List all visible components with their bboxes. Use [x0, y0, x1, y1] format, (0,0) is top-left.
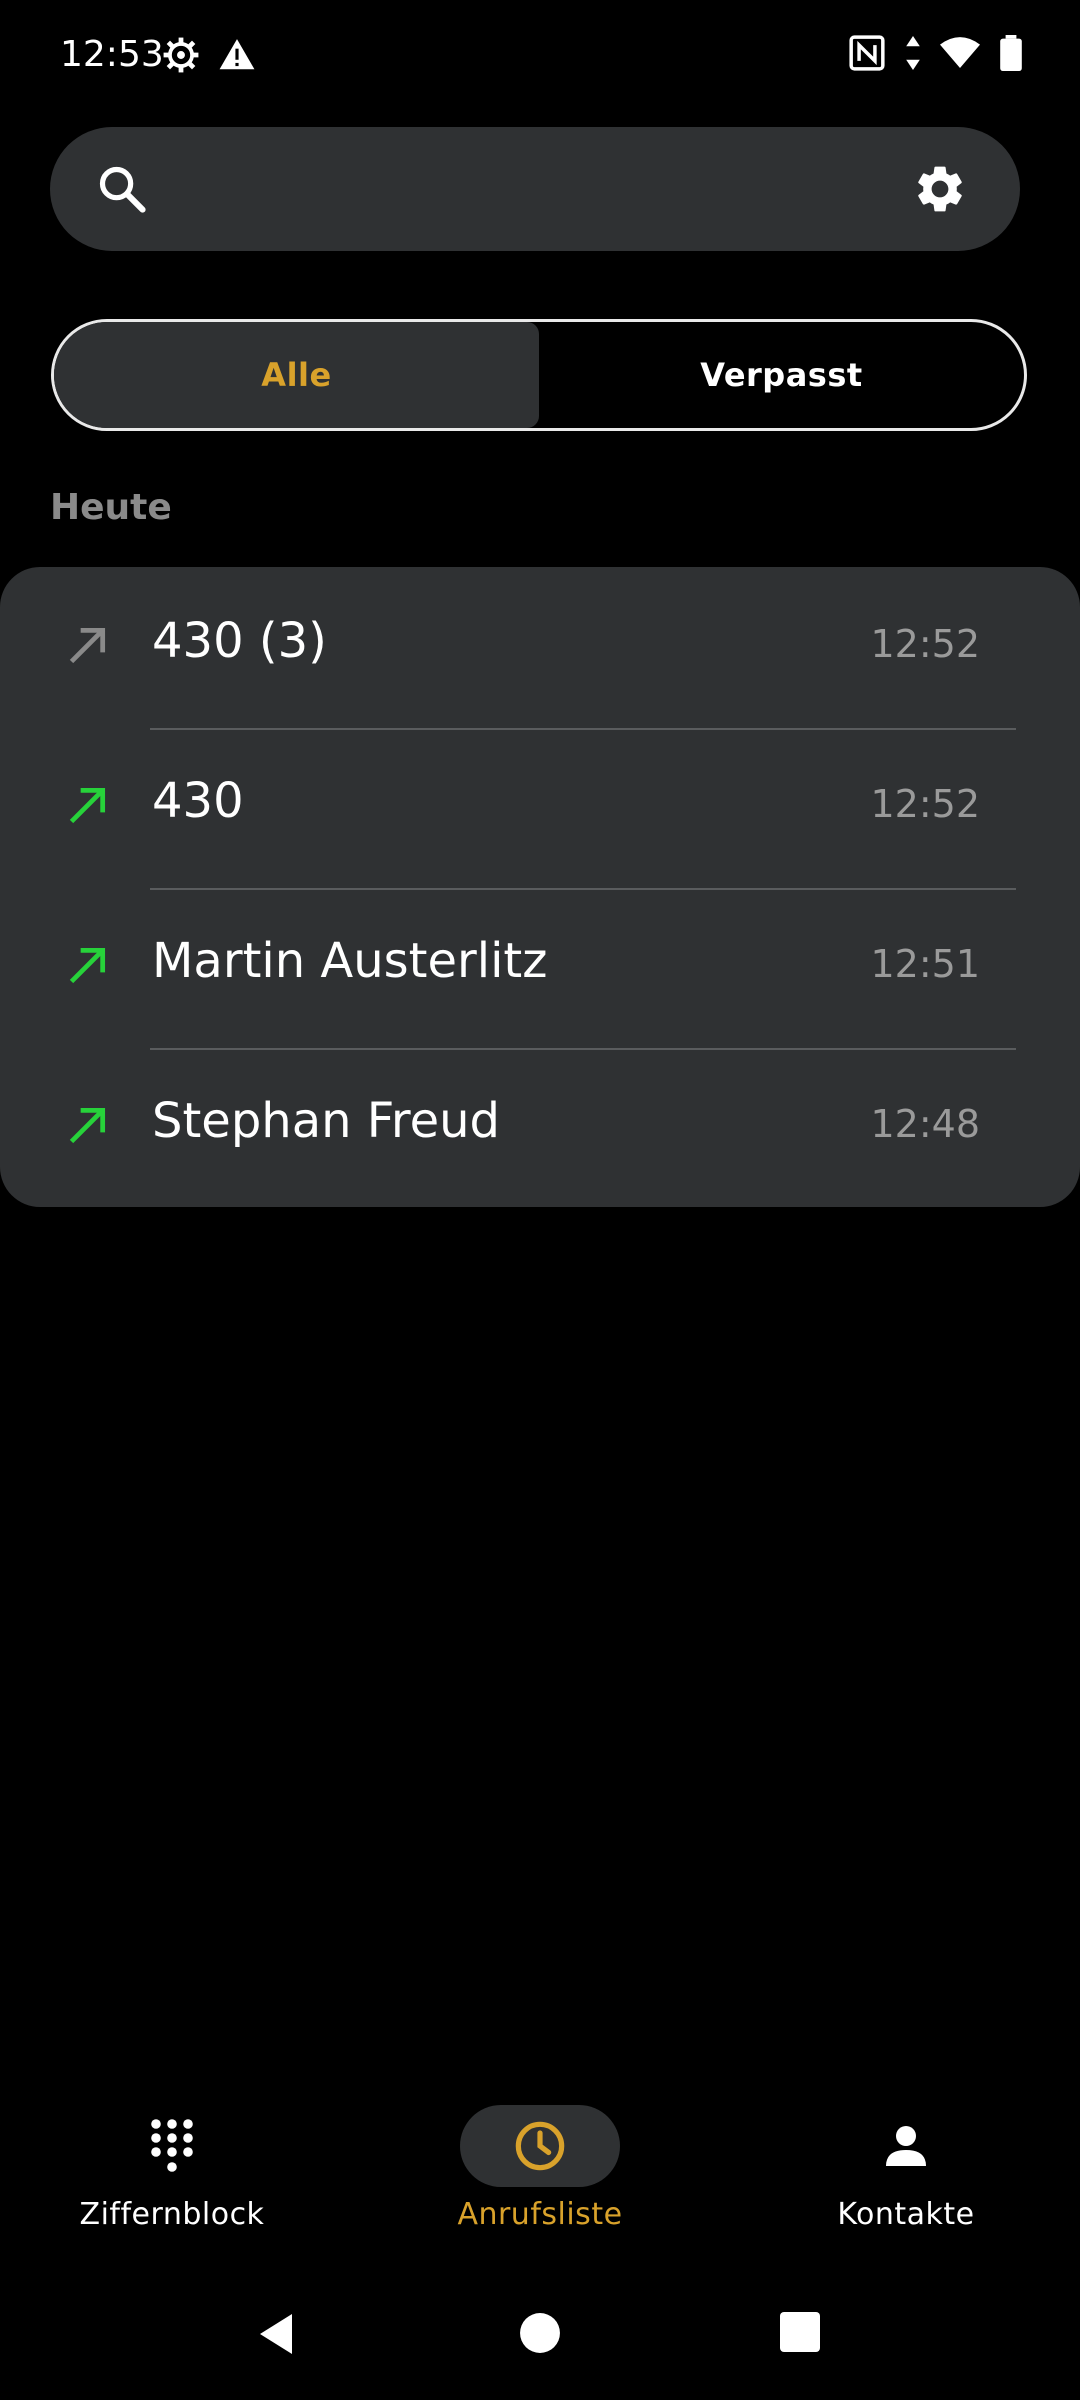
call-list: 430 (3) 12:52 430 12:52 Martin Austerlit… — [0, 567, 1080, 1207]
warning-icon — [219, 39, 255, 70]
tab-alle[interactable]: Alle — [54, 322, 539, 428]
call-time: 12:51 — [870, 942, 980, 986]
nav-dialpad[interactable]: Ziffernblock — [22, 2105, 322, 2265]
call-name: 430 (3) — [152, 613, 327, 669]
call-name: Martin Austerlitz — [152, 933, 548, 989]
nfc-icon — [849, 35, 885, 71]
clock-icon — [515, 2121, 565, 2171]
gear-icon[interactable] — [912, 161, 968, 217]
outgoing-call-icon — [69, 1107, 106, 1144]
call-row[interactable]: Martin Austerlitz 12:51 — [0, 887, 1080, 1047]
call-filter-tabs: Alle Verpasst — [51, 319, 1027, 431]
nav-label: Anrufsliste — [457, 2197, 623, 2232]
wifi-icon — [940, 37, 980, 68]
status-time: 12:53 — [60, 34, 164, 75]
status-right-icons — [848, 34, 1022, 72]
home-icon[interactable] — [519, 2312, 561, 2354]
nav-icon-wrap — [826, 2105, 986, 2187]
dialpad-icon — [151, 2119, 193, 2172]
call-row[interactable]: 430 12:52 — [0, 727, 1080, 887]
call-name: 430 — [152, 773, 244, 829]
nav-call-log[interactable]: Anrufsliste — [390, 2105, 690, 2265]
section-header-today: Heute — [50, 487, 172, 528]
search-icon[interactable] — [96, 163, 148, 215]
nav-contacts[interactable]: Kontakte — [756, 2105, 1056, 2265]
nav-label: Ziffernblock — [79, 2197, 265, 2232]
search-bar[interactable] — [50, 127, 1020, 251]
call-time: 12:52 — [870, 622, 980, 666]
recents-icon[interactable] — [780, 2312, 820, 2352]
call-name: Stephan Freud — [152, 1093, 501, 1149]
nav-icon-wrap — [460, 2105, 620, 2187]
call-time: 12:48 — [870, 1102, 980, 1146]
nav-label: Kontakte — [837, 2197, 975, 2232]
call-row[interactable]: 430 (3) 12:52 — [0, 567, 1080, 727]
status-left-icons — [162, 36, 256, 74]
call-row[interactable]: Stephan Freud 12:48 — [0, 1047, 1080, 1207]
back-icon[interactable] — [256, 2312, 296, 2356]
outgoing-call-icon — [69, 947, 106, 984]
data-arrows-icon — [906, 36, 920, 70]
call-time: 12:52 — [870, 782, 980, 826]
settings-gear-icon — [163, 37, 199, 73]
outgoing-call-icon — [69, 787, 106, 824]
battery-icon — [1000, 35, 1022, 71]
nav-icon-wrap — [92, 2105, 252, 2187]
outgoing-call-icon — [69, 627, 106, 664]
person-icon — [886, 2126, 926, 2166]
tab-verpasst[interactable]: Verpasst — [539, 322, 1024, 428]
